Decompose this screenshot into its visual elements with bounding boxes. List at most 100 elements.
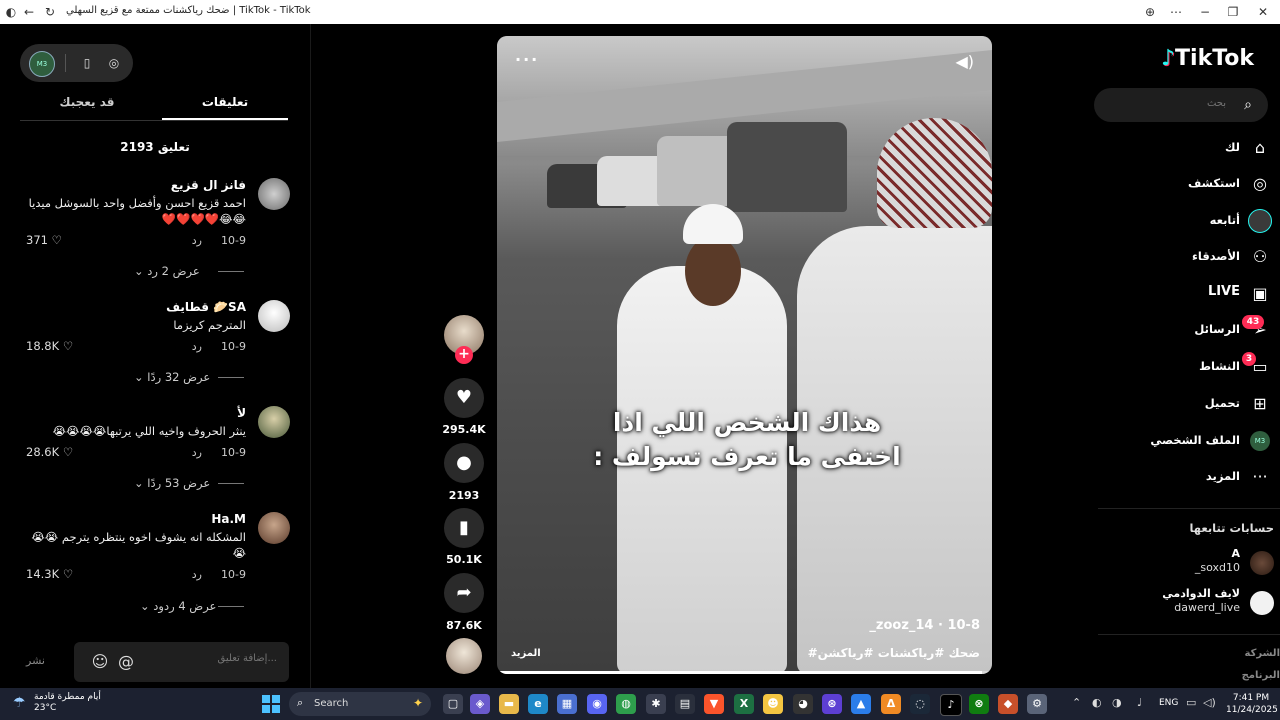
next-video-avatar[interactable]	[446, 638, 482, 674]
maximize-icon[interactable]: ❐	[1224, 3, 1242, 21]
video-author[interactable]: _zooz_14 · 10-8	[869, 618, 980, 633]
sidebar-item-live[interactable]: LIVE ▣	[1094, 279, 1280, 309]
reply-button[interactable]: رد	[192, 568, 202, 581]
save-button[interactable]: ▮	[444, 508, 484, 548]
video-progress-bar[interactable]	[497, 671, 992, 674]
tiktok-logo[interactable]: ♪TikTok	[1161, 46, 1254, 71]
following-account[interactable]: A _soxd10	[1094, 547, 1280, 579]
settings-app-icon[interactable]: ✱	[646, 694, 666, 714]
sidebar-item-explore[interactable]: استكشف ◎	[1094, 169, 1280, 199]
chrome-icon[interactable]: ◍	[616, 694, 636, 714]
clock[interactable]: 7:41 PM 11/24/2025	[1226, 692, 1278, 716]
edge-icon[interactable]: e	[528, 694, 548, 714]
reply-button[interactable]: رد	[192, 340, 202, 353]
view-replies-button[interactable]: ⌄ عرض 32 ردًا	[134, 370, 210, 384]
file-explorer-icon[interactable]: ▬	[499, 694, 519, 714]
sound-icon[interactable]: ◀)	[955, 52, 974, 71]
back-icon[interactable]: ←	[20, 3, 38, 21]
phone-icon[interactable]: ▯	[77, 53, 97, 73]
network-icon[interactable]: ▭	[1186, 696, 1196, 709]
avatar[interactable]: M3	[29, 51, 55, 77]
game-launcher-icon[interactable]: ◆	[998, 694, 1018, 714]
comment-author[interactable]: Ha.M	[211, 512, 246, 526]
comment-author[interactable]: لأ	[237, 406, 246, 420]
compass-icon[interactable]: ◎	[104, 53, 124, 73]
emoji-app-icon[interactable]: ☻	[763, 694, 783, 714]
comment-button[interactable]: ●	[444, 443, 484, 483]
more-options-icon[interactable]: ···	[515, 50, 539, 69]
view-replies-button[interactable]: ⌄ عرض 53 ردًا	[134, 476, 210, 490]
language-indicator[interactable]: ENG	[1159, 698, 1178, 708]
tray-app-icon[interactable]: ◑	[1112, 696, 1122, 709]
sidebar-item-more[interactable]: المزيد ···	[1094, 462, 1280, 492]
gamepad-icon[interactable]: ⊛	[822, 694, 842, 714]
tab-comments[interactable]: تعليقات	[162, 88, 288, 120]
zoom-icon[interactable]: ⊕	[1141, 3, 1159, 21]
xbox-icon[interactable]: ⊗	[969, 694, 989, 714]
calculator-icon[interactable]: ▤	[675, 694, 695, 714]
tiktok-taskbar-icon[interactable]: ♪	[940, 694, 962, 716]
store-icon[interactable]: ▦	[557, 694, 577, 714]
comment-input[interactable]	[155, 652, 279, 665]
comment-author[interactable]: قطايف 🥟SA	[166, 300, 246, 314]
footer-link-program[interactable]: البرنامج	[1242, 670, 1280, 681]
copilot-icon[interactable]: ◈	[470, 694, 490, 714]
task-view-icon[interactable]: ▢	[443, 694, 463, 714]
comment-text: المترجم كريزما	[173, 318, 246, 332]
footer-link-company[interactable]: الشركة	[1245, 648, 1280, 659]
photos-icon[interactable]: ▲	[851, 694, 871, 714]
sidebar-item-profile[interactable]: الملف الشخصي M3	[1094, 426, 1280, 456]
blender-icon[interactable]: Δ	[881, 694, 901, 714]
view-replies-button[interactable]: ⌄ عرض 4 ردود	[140, 599, 216, 613]
more-description-button[interactable]: المزيد	[511, 648, 541, 659]
follow-plus-icon[interactable]: +	[455, 346, 473, 364]
view-replies-button[interactable]: ⌄ عرض 2 رد	[134, 264, 200, 278]
comment-like-button[interactable]: 14.3K ♡	[26, 567, 73, 581]
volume-icon[interactable]: ◁)	[1203, 696, 1216, 709]
sidebar-item-upload[interactable]: تحميل ⊞	[1094, 389, 1280, 419]
post-button[interactable]: نشر	[26, 654, 45, 667]
avatar[interactable]	[258, 512, 290, 544]
video-hashtags[interactable]: #ضحك #رياكشنات #رياكشن	[808, 646, 980, 660]
search-icon[interactable]: ⌕	[1238, 95, 1258, 115]
comment-author[interactable]: فانز ال قزيع	[171, 178, 246, 192]
following-account[interactable]: لايف الدوادمي dawerd_live	[1094, 587, 1280, 619]
search-input[interactable]	[1124, 97, 1228, 110]
sidebar-item-friends[interactable]: الأصدقاء ⚇	[1094, 242, 1280, 272]
video-player[interactable]: ··· ◀) هذاك الشخص اللي اذا اختفى ما تعرف…	[497, 36, 992, 674]
like-button[interactable]: ♥	[444, 378, 484, 418]
menu-icon[interactable]: ⋯	[1167, 3, 1185, 21]
excel-icon[interactable]: X	[734, 694, 754, 714]
reply-button[interactable]: رد	[192, 234, 202, 247]
comment-like-button[interactable]: 18.8K ♡	[26, 339, 73, 353]
avatar[interactable]	[258, 406, 290, 438]
steam-icon[interactable]: ◌	[910, 694, 930, 714]
tab-you-may-like[interactable]: قد يعجبك	[24, 88, 150, 118]
comment-like-button[interactable]: 28.6K ♡	[26, 445, 73, 459]
emoji-icon[interactable]: ☺	[90, 652, 110, 672]
weather-widget[interactable]: أيام ممطرة قادمة 23°C	[34, 692, 101, 714]
sidebar-item-following[interactable]: أتابعه	[1094, 206, 1280, 236]
microphone-icon[interactable]: ♩	[1137, 696, 1142, 709]
settings-gear-icon[interactable]: ⚙	[1027, 694, 1047, 714]
avatar[interactable]	[258, 300, 290, 332]
tray-app-icon[interactable]: ◐	[1092, 696, 1102, 709]
windows-start-button[interactable]	[262, 695, 280, 713]
avatar	[1250, 591, 1274, 615]
chevron-up-icon[interactable]: ⌃	[1072, 696, 1081, 709]
close-icon[interactable]: ✕	[1254, 3, 1272, 21]
minimize-icon[interactable]: −	[1196, 3, 1214, 21]
share-button[interactable]: ➦	[444, 573, 484, 613]
sidebar-item-messages[interactable]: الرسائل ➢ 43	[1094, 315, 1280, 345]
mention-icon[interactable]: @	[116, 652, 136, 672]
taskbar-search[interactable]: ⌕ Search ✦	[289, 692, 431, 716]
avatar[interactable]	[258, 178, 290, 210]
comment-like-button[interactable]: 371 ♡	[26, 233, 62, 247]
brave-icon[interactable]: ▼	[704, 694, 724, 714]
refresh-icon[interactable]: ↻	[41, 3, 59, 21]
sidebar-item-for-you[interactable]: لك ⌂	[1094, 133, 1280, 163]
reply-button[interactable]: رد	[192, 446, 202, 459]
discord-icon[interactable]: ◉	[587, 694, 607, 714]
github-icon[interactable]: ◕	[793, 694, 813, 714]
sidebar-item-activity[interactable]: النشاط ▭ 3	[1094, 352, 1280, 382]
